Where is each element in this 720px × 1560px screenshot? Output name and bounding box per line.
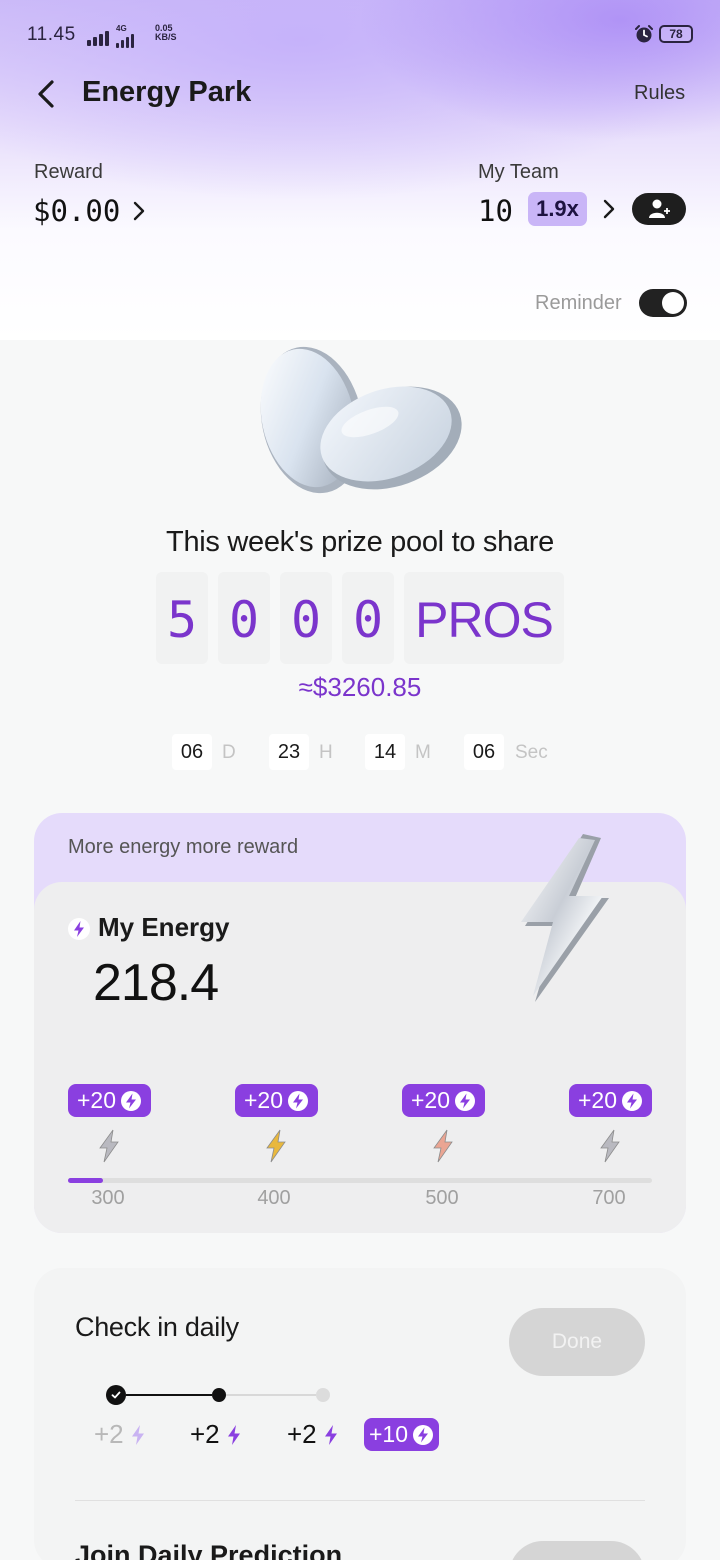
energy-bolt-icon [68, 918, 90, 940]
energy-bolt-icon [320, 1424, 342, 1446]
pool-digit: 0 [280, 572, 332, 664]
add-user-icon [649, 199, 670, 218]
reward-label: Reward [34, 161, 103, 183]
alarm-icon [635, 25, 653, 43]
net-speed: 0.05 KB/S [155, 24, 177, 42]
countdown-hours: 23 [269, 734, 309, 770]
reminder-label: Reminder [535, 292, 622, 314]
milestone-bonus-badge: +20 [569, 1084, 652, 1117]
prediction-title: Join Daily Prediction [75, 1540, 343, 1560]
countdown-minutes-unit: M [415, 742, 431, 763]
pool-digit: 5 [156, 572, 208, 664]
energy-bolt-icon [223, 1424, 245, 1446]
checkin-title: Check in daily [75, 1312, 239, 1342]
countdown-hours-unit: H [319, 742, 333, 763]
energy-bolt-icon [622, 1090, 642, 1111]
page-title: Energy Park [82, 76, 252, 108]
pool-unit: PROS [404, 572, 564, 664]
checkin-step-connector [226, 1394, 316, 1396]
milestone-bolt-icon [99, 1129, 119, 1163]
milestone-bonus-badge: +20 [235, 1084, 318, 1117]
checkin-done-button[interactable]: Done [509, 1308, 645, 1376]
energy-bolt-icon [288, 1090, 308, 1111]
toggle-knob [662, 292, 684, 314]
milestone-threshold: 700 [592, 1187, 626, 1209]
checkin-bonus-value: +10 [368, 1421, 408, 1447]
lightning-bolt-illustration [521, 834, 609, 1002]
team-label: My Team [478, 161, 559, 183]
checkin-reward: +2 [190, 1419, 245, 1450]
invite-member-button[interactable] [632, 193, 686, 225]
checkin-step-connector [126, 1394, 212, 1396]
energy-bolt-icon [413, 1424, 433, 1445]
prize-pool-title: This week's prize pool to share [166, 526, 554, 558]
milestone-bolt-icon [266, 1129, 286, 1163]
milestone-bonus-value: +20 [410, 1087, 450, 1113]
milestone-bonus-badge: +20 [402, 1084, 485, 1117]
pool-usd-value: ≈$3260.85 [298, 672, 422, 702]
countdown-days: 06 [172, 734, 212, 770]
divider [75, 1500, 645, 1501]
pool-digit: 0 [218, 572, 270, 664]
countdown-days-unit: D [222, 742, 236, 763]
energy-progress-fill [68, 1178, 103, 1183]
my-energy-value: 218.4 [93, 954, 219, 1012]
reward-value[interactable]: $0.00 [33, 194, 120, 228]
check-icon [111, 1391, 121, 1399]
milestone-bonus-value: +20 [577, 1087, 617, 1113]
status-time: 11.45 [27, 24, 111, 46]
rules-link[interactable]: Rules [634, 82, 685, 105]
net-speed-unit: KB/S [155, 32, 177, 42]
milestone-bonus-badge: +20 [68, 1084, 151, 1117]
back-arrow-icon[interactable] [30, 76, 64, 112]
milestone-bolt-icon [600, 1129, 620, 1163]
countdown-minutes: 14 [365, 734, 405, 770]
battery-level: 78 [669, 27, 683, 41]
team-multiplier-badge: 1.9x [528, 192, 587, 226]
checkin-reward: +2 [287, 1419, 342, 1450]
energy-bolt-icon [121, 1090, 141, 1111]
network-type: 4G [116, 24, 127, 33]
clock-text: 11.45 [27, 24, 76, 45]
checkin-reward-value: +2 [190, 1419, 220, 1449]
checkin-reward: +2 [94, 1419, 149, 1450]
milestone-threshold: 400 [257, 1187, 291, 1209]
chevron-right-icon[interactable] [598, 196, 620, 222]
checkin-step-claimed [106, 1385, 126, 1405]
checkin-step-upcoming [316, 1388, 330, 1402]
milestone-bonus-value: +20 [76, 1087, 116, 1113]
coins-illustration [260, 346, 462, 494]
checkin-reward-value: +2 [287, 1419, 317, 1449]
signal-4g-icon: 4G [116, 24, 136, 48]
header-background [0, 0, 720, 340]
countdown-seconds: 06 [464, 734, 504, 770]
energy-hint: More energy more reward [68, 836, 299, 858]
reminder-toggle[interactable] [639, 289, 687, 317]
energy-bolt-icon [127, 1424, 149, 1446]
pool-digit: 0 [342, 572, 394, 664]
checkin-bonus-badge: +10 [364, 1418, 439, 1451]
my-energy-label: My Energy [98, 912, 230, 942]
energy-progress-track [68, 1178, 652, 1183]
chevron-right-icon[interactable] [128, 198, 150, 224]
milestone-bolt-icon [433, 1129, 453, 1163]
countdown-seconds-unit: Sec [515, 742, 548, 763]
milestone-threshold: 300 [91, 1187, 125, 1209]
battery-icon: 78 [659, 25, 693, 43]
team-count[interactable]: 10 [478, 194, 513, 228]
energy-bolt-icon [455, 1090, 475, 1111]
checkin-step-current [212, 1388, 226, 1402]
milestone-bonus-value: +20 [243, 1087, 283, 1113]
prediction-button[interactable] [509, 1541, 645, 1560]
checkin-reward-value: +2 [94, 1419, 124, 1449]
signal-icon [87, 24, 111, 46]
milestone-threshold: 500 [425, 1187, 459, 1209]
